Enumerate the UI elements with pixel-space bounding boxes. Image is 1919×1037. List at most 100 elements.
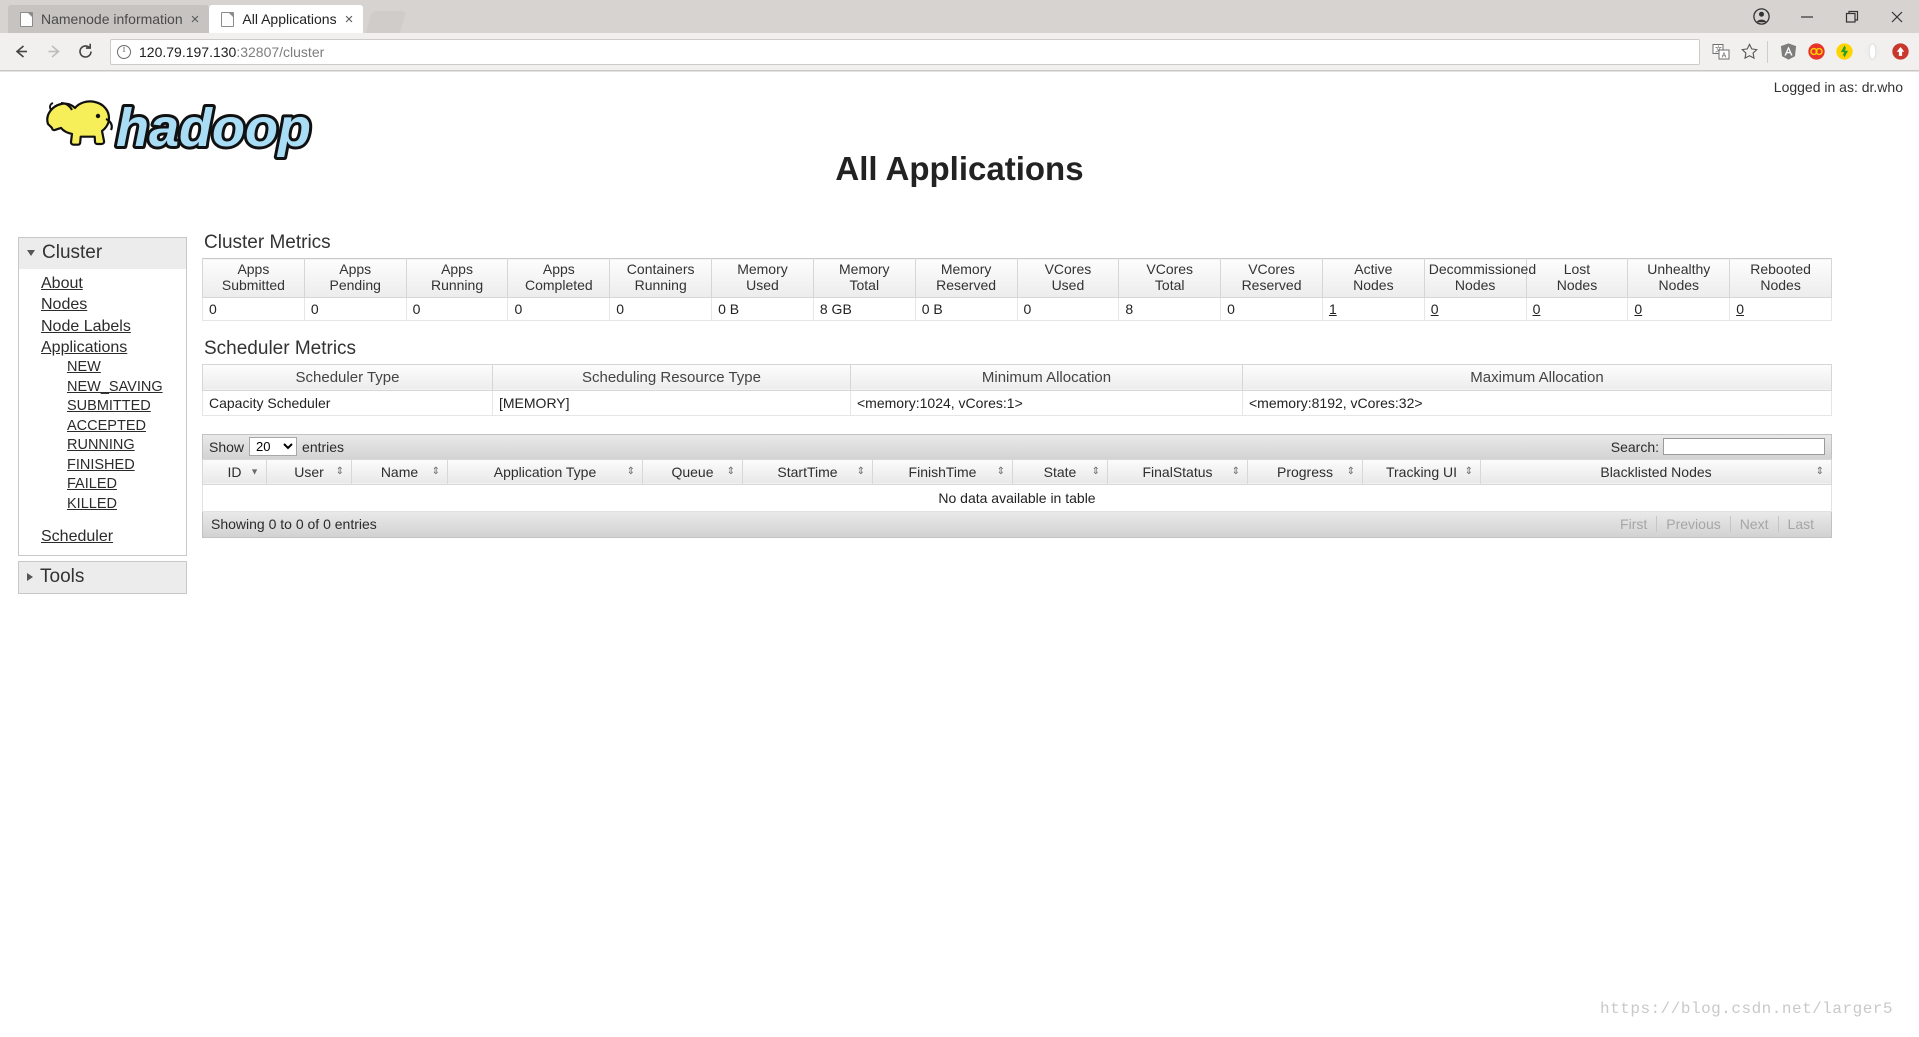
col-queue[interactable]: Queue ⇕ bbox=[642, 458, 743, 485]
val-decommissioned-nodes[interactable]: 0 bbox=[1423, 296, 1527, 321]
sort-both-icon: ⇕ bbox=[1231, 465, 1240, 477]
col-name[interactable]: Name ⇕ bbox=[351, 458, 448, 485]
col-memory-reserved: Memory Reserved bbox=[914, 258, 1018, 298]
col-line1: VCores bbox=[1248, 261, 1295, 277]
scheduler-metrics-table: Scheduler Type Scheduling Resource Type … bbox=[202, 363, 1832, 416]
page-info-icon[interactable] bbox=[117, 44, 131, 59]
val-active-nodes[interactable]: 1 bbox=[1321, 296, 1425, 321]
window-controls bbox=[1739, 0, 1919, 33]
page-title: All Applications bbox=[835, 150, 1084, 187]
angular-extension-icon[interactable] bbox=[1775, 39, 1801, 65]
col-line1: Active bbox=[1354, 261, 1393, 277]
new-tab-button[interactable] bbox=[366, 11, 407, 33]
col-line2: Nodes bbox=[1760, 276, 1801, 293]
sidebar-item-node-labels[interactable]: Node Labels bbox=[19, 316, 186, 337]
download-extension-icon[interactable] bbox=[1887, 39, 1913, 65]
col-line2: Nodes bbox=[1353, 276, 1394, 293]
col-scheduling-resource-type: Scheduling Resource Type bbox=[492, 363, 851, 391]
close-window-button[interactable] bbox=[1874, 0, 1919, 33]
col-progress[interactable]: Progress ⇕ bbox=[1247, 458, 1363, 485]
sidebar-item-submitted[interactable]: SUBMITTED bbox=[19, 397, 186, 417]
sidebar-item-running[interactable]: RUNNING bbox=[19, 436, 186, 456]
cluster-panel-title: Cluster bbox=[42, 242, 103, 263]
col-minimum-allocation: Minimum Allocation bbox=[850, 363, 1243, 391]
col-memory-used: Memory Used bbox=[711, 258, 814, 298]
url-path: :32807/cluster bbox=[236, 43, 325, 60]
sidebar-item-finished[interactable]: FINISHED bbox=[19, 456, 186, 476]
maximize-button[interactable] bbox=[1829, 0, 1874, 33]
val-maximum-allocation: <memory:8192, vCores:32> bbox=[1242, 389, 1832, 416]
page-first-button[interactable]: First bbox=[1611, 516, 1656, 532]
col-line2: Used bbox=[1051, 276, 1085, 293]
sidebar-item-applications[interactable]: Applications bbox=[19, 337, 186, 358]
close-icon[interactable]: × bbox=[345, 12, 354, 27]
col-starttime[interactable]: StartTime ⇕ bbox=[742, 458, 873, 485]
col-line1: Apps bbox=[339, 261, 372, 277]
col-label: StartTime bbox=[777, 463, 838, 480]
scheduler-metrics-title: Scheduler Metrics bbox=[204, 337, 357, 359]
pagination: First Previous Next Last bbox=[1611, 516, 1823, 533]
search-input[interactable] bbox=[1663, 438, 1825, 456]
tools-panel-header[interactable]: Tools bbox=[19, 561, 186, 593]
chevron-down-icon bbox=[27, 250, 35, 256]
val-rebooted-nodes[interactable]: 0 bbox=[1729, 296, 1832, 321]
col-application-type[interactable]: Application Type ⇕ bbox=[447, 458, 643, 485]
col-user[interactable]: User ⇕ bbox=[266, 458, 352, 485]
back-button[interactable] bbox=[6, 37, 36, 67]
page-previous-button[interactable]: Previous bbox=[1656, 516, 1729, 533]
col-finishtime[interactable]: FinishTime ⇕ bbox=[872, 458, 1013, 485]
search-label: Search: bbox=[1610, 438, 1659, 455]
val-unhealthy-nodes[interactable]: 0 bbox=[1627, 296, 1731, 321]
sort-both-icon: ⇕ bbox=[996, 465, 1005, 477]
col-finalstatus[interactable]: FinalStatus ⇕ bbox=[1107, 458, 1248, 485]
col-blacklisted-nodes[interactable]: Blacklisted Nodes ⇕ bbox=[1480, 458, 1832, 485]
sidebar-item-new-saving[interactable]: NEW_SAVING bbox=[19, 378, 186, 398]
col-tracking-ui[interactable]: Tracking UI ⇕ bbox=[1362, 458, 1481, 485]
col-state[interactable]: State ⇕ bbox=[1012, 458, 1108, 485]
show-label: Show bbox=[209, 438, 245, 455]
reload-button[interactable] bbox=[70, 37, 100, 67]
url-host: 120.79.197.130 bbox=[139, 43, 237, 60]
applications-table: ID ▼ User ⇕ Name ⇕ Application Type ⇕ Queue ⇕… bbox=[202, 458, 1832, 512]
col-id[interactable]: ID ▼ bbox=[202, 458, 267, 485]
sidebar-item-scheduler[interactable]: Scheduler bbox=[19, 526, 186, 547]
col-label: FinalStatus bbox=[1142, 463, 1213, 480]
col-memory-total: Memory Total bbox=[812, 258, 916, 298]
sidebar-item-nodes[interactable]: Nodes bbox=[19, 294, 186, 315]
col-line2: Pending bbox=[329, 276, 381, 293]
sidebar-item-killed[interactable]: KILLED bbox=[19, 495, 186, 515]
forward-button[interactable] bbox=[38, 37, 68, 67]
col-line1: Memory bbox=[839, 261, 890, 277]
col-line1: Unhealthy bbox=[1647, 261, 1711, 277]
opera-extension-icon[interactable] bbox=[1859, 39, 1885, 65]
col-line1: Decommissioned bbox=[1428, 261, 1537, 277]
col-decommissioned-nodes: Decommissioned Nodes bbox=[1423, 258, 1536, 298]
val-lost-nodes[interactable]: 0 bbox=[1525, 296, 1629, 321]
col-active-nodes: Active Nodes bbox=[1321, 258, 1425, 298]
sidebar-item-new[interactable]: NEW bbox=[19, 358, 186, 378]
page-next-button[interactable]: Next bbox=[1729, 516, 1778, 533]
profile-icon[interactable] bbox=[1739, 0, 1784, 33]
minimize-button[interactable] bbox=[1784, 0, 1829, 33]
browser-tab-all-applications[interactable]: All Applications × bbox=[209, 5, 364, 33]
search-control: Search: bbox=[1610, 438, 1825, 456]
page-last-button[interactable]: Last bbox=[1777, 516, 1823, 533]
sidebar-item-accepted[interactable]: ACCEPTED bbox=[19, 417, 186, 437]
val-memory-total: 8 GB bbox=[812, 296, 916, 321]
translate-icon[interactable]: 文 A bbox=[1708, 39, 1734, 65]
cluster-panel-header[interactable]: Cluster bbox=[19, 238, 186, 269]
page-icon bbox=[221, 11, 235, 27]
chevron-right-icon bbox=[27, 572, 33, 581]
address-bar[interactable]: 120.79.197.130:32807/cluster bbox=[110, 38, 1700, 65]
lantern-extension-icon[interactable] bbox=[1831, 39, 1857, 65]
close-icon[interactable]: × bbox=[191, 12, 200, 27]
page-length-select[interactable]: 20 50 100 bbox=[249, 437, 298, 457]
browser-tab-namenode-information[interactable]: Namenode information × bbox=[8, 5, 210, 33]
bookmark-star-icon[interactable] bbox=[1736, 39, 1762, 65]
sidebar-item-failed[interactable]: FAILED bbox=[19, 475, 186, 495]
sidebar-item-about[interactable]: About bbox=[19, 273, 186, 294]
infinity-extension-icon[interactable] bbox=[1803, 39, 1829, 65]
col-apps-pending: Apps Pending bbox=[303, 258, 407, 298]
val-memory-reserved: 0 B bbox=[914, 296, 1018, 321]
col-line2: Reserved bbox=[936, 276, 997, 293]
